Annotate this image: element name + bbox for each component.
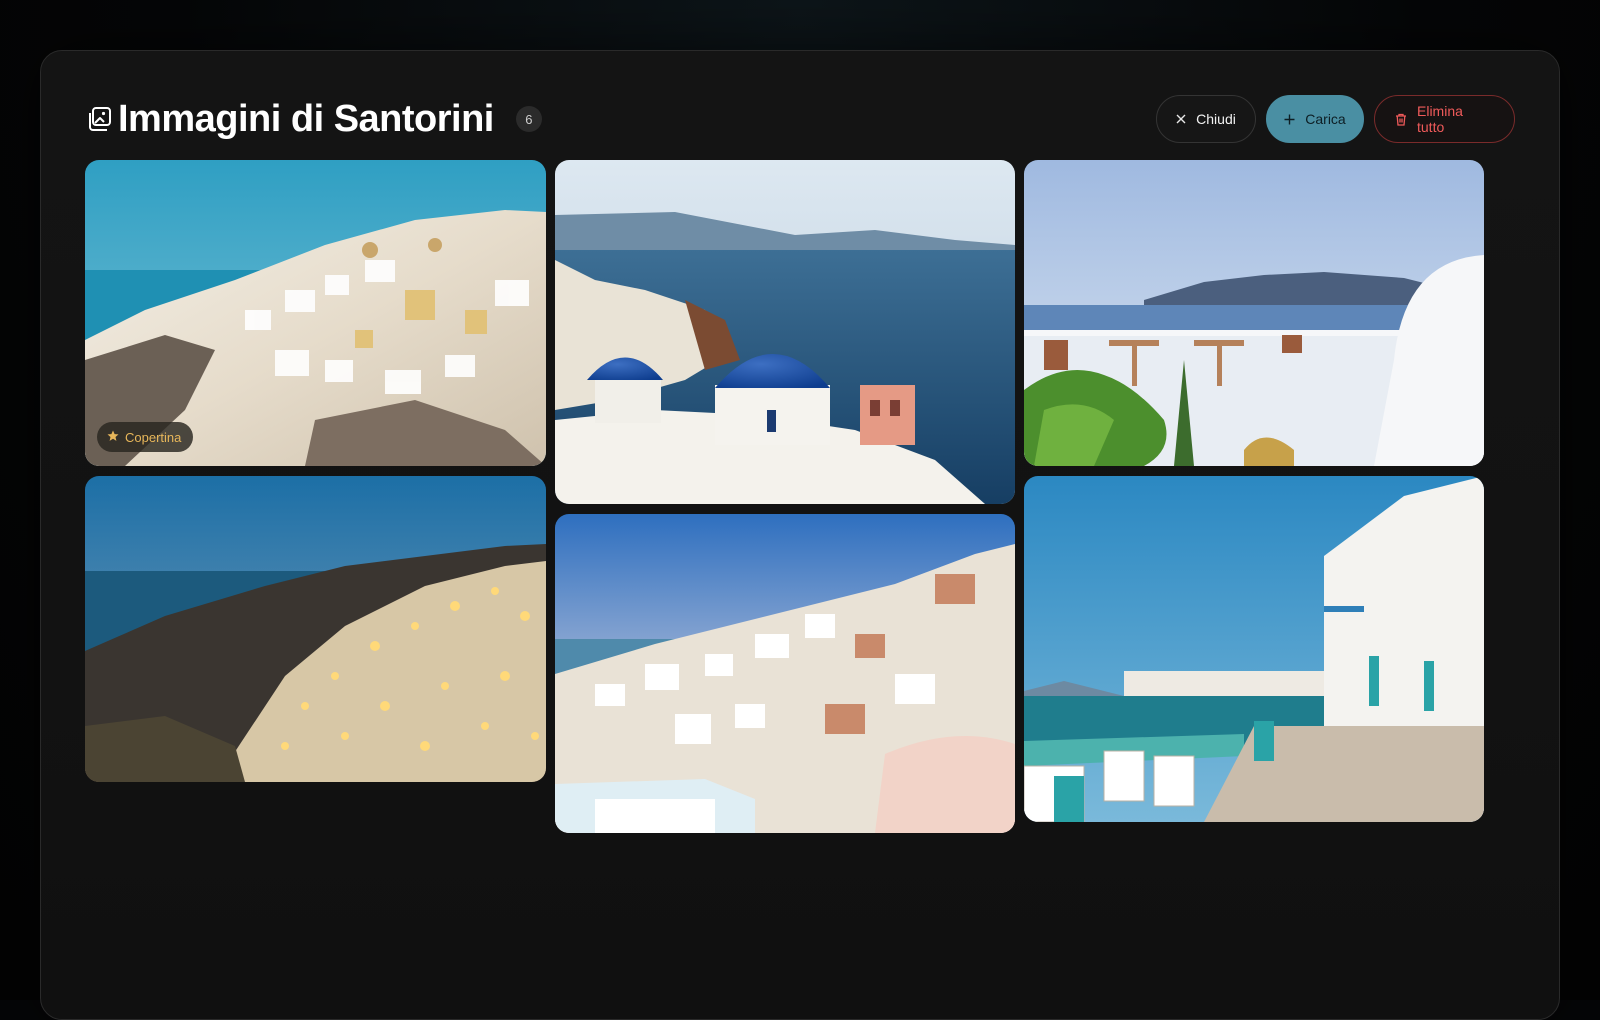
- village-photo: [85, 160, 546, 466]
- close-button-label: Chiudi: [1196, 111, 1236, 127]
- gallery-panel: Immagini di Santorini 6 Chiudi Carica El…: [40, 50, 1560, 1020]
- blue-domes-photo: [555, 160, 1015, 504]
- star-icon: [107, 430, 119, 445]
- delete-all-button-label: Elimina tutto: [1417, 103, 1463, 135]
- plus-icon: [1284, 114, 1295, 125]
- village-sunset-photo: [555, 514, 1015, 833]
- image-tile[interactable]: Copertina: [85, 160, 546, 466]
- close-button[interactable]: Chiudi: [1156, 95, 1256, 143]
- image-tile[interactable]: [1024, 160, 1484, 466]
- upload-button[interactable]: Carica: [1266, 95, 1364, 143]
- page-title: Immagini di Santorini: [118, 98, 494, 140]
- delete-all-button[interactable]: Elimina tutto: [1374, 95, 1515, 143]
- header-actions: Chiudi Carica Elimina tutto: [1156, 95, 1515, 143]
- image-tile[interactable]: [555, 514, 1015, 833]
- image-tile[interactable]: [85, 476, 546, 782]
- cover-badge: Copertina: [97, 422, 194, 452]
- image-tile[interactable]: [555, 160, 1015, 504]
- waterfront-photo: [1024, 476, 1484, 822]
- terrace-photo: [1024, 160, 1484, 466]
- close-icon: [1176, 114, 1186, 124]
- image-count-badge: 6: [515, 106, 542, 132]
- trash-icon: [1395, 113, 1407, 126]
- village-night-photo: [85, 476, 546, 782]
- cover-badge-label: Copertina: [125, 429, 182, 445]
- image-tile[interactable]: [1024, 476, 1484, 822]
- upload-button-label: Carica: [1305, 111, 1346, 127]
- gallery-icon: [86, 106, 112, 132]
- gallery-header: Immagini di Santorini 6 Chiudi Carica El…: [86, 95, 1515, 143]
